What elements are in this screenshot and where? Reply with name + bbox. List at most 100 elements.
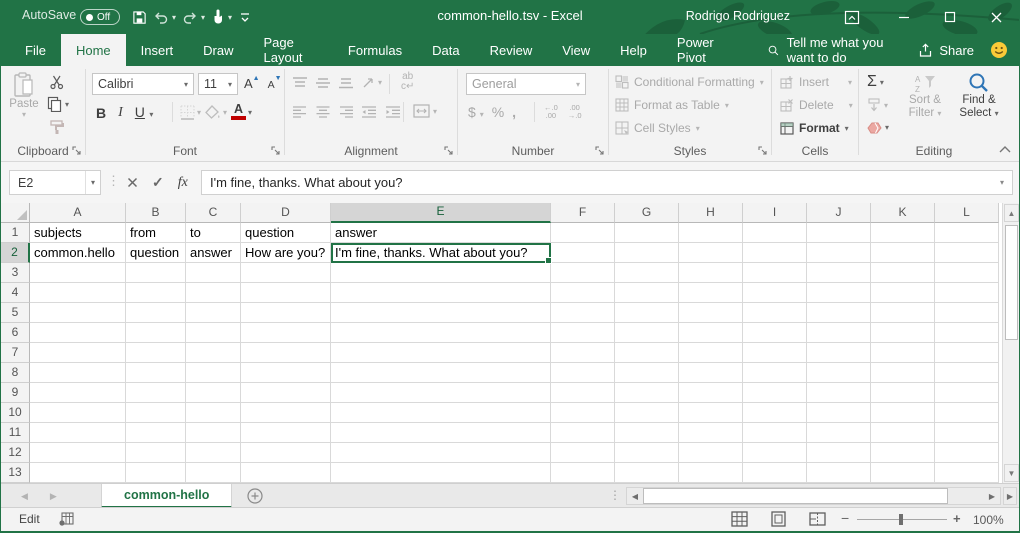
cell-L13[interactable] — [935, 463, 999, 483]
styles-dialog-launcher[interactable] — [758, 146, 768, 156]
column-header-L[interactable]: L — [935, 203, 999, 223]
wrap-text-button[interactable]: abc↵ — [401, 72, 414, 92]
cell-E7[interactable] — [331, 343, 551, 363]
cell-C2[interactable]: answer — [186, 243, 241, 263]
insert-cells-button[interactable]: Insert ▾ — [780, 75, 852, 89]
cell-B2[interactable]: question — [126, 243, 186, 263]
bold-button[interactable]: B — [96, 105, 106, 121]
cell-L6[interactable] — [935, 323, 999, 343]
cell-C11[interactable] — [186, 423, 241, 443]
zoom-slider-thumb[interactable] — [899, 514, 903, 525]
align-middle-icon[interactable] — [316, 77, 330, 89]
tab-home[interactable]: Home — [61, 34, 126, 66]
cell-E13[interactable] — [331, 463, 551, 483]
column-header-H[interactable]: H — [679, 203, 743, 223]
cell-H10[interactable] — [679, 403, 743, 423]
column-header-E[interactable]: E — [331, 203, 551, 223]
cell-E2[interactable]: I'm fine, thanks. What about you? — [331, 243, 551, 263]
row-header-7[interactable]: 7 — [1, 343, 30, 363]
cut-button[interactable] — [49, 74, 65, 90]
insert-function-icon[interactable]: fx — [178, 175, 188, 191]
cell-I11[interactable] — [743, 423, 807, 443]
cell-D5[interactable] — [241, 303, 331, 323]
cell-J13[interactable] — [807, 463, 871, 483]
cell-B13[interactable] — [126, 463, 186, 483]
cell-D7[interactable] — [241, 343, 331, 363]
page-break-preview-icon[interactable] — [809, 511, 826, 527]
cell-J9[interactable] — [807, 383, 871, 403]
cell-F2[interactable] — [551, 243, 615, 263]
cell-L5[interactable] — [935, 303, 999, 323]
cell-B6[interactable] — [126, 323, 186, 343]
format-cells-button[interactable]: Format ▾ — [780, 121, 849, 135]
cell-F1[interactable] — [551, 223, 615, 243]
cell-B1[interactable]: from — [126, 223, 186, 243]
zoom-in-button[interactable]: + — [953, 511, 961, 526]
cell-I6[interactable] — [743, 323, 807, 343]
cell-J3[interactable] — [807, 263, 871, 283]
share-button[interactable]: Share — [910, 34, 982, 66]
format-as-table-button[interactable]: Format as Table ▾ — [615, 98, 729, 112]
cell-I4[interactable] — [743, 283, 807, 303]
cell-D12[interactable] — [241, 443, 331, 463]
cell-L8[interactable] — [935, 363, 999, 383]
sort-filter-button[interactable]: A Z Sort & Filter ▾ — [903, 74, 947, 120]
cell-E12[interactable] — [331, 443, 551, 463]
cell-F8[interactable] — [551, 363, 615, 383]
row-header-6[interactable]: 6 — [1, 323, 30, 343]
increase-decimal-icon[interactable]: ←.0.00 — [544, 104, 558, 120]
tab-view[interactable]: View — [547, 34, 605, 66]
delete-cells-button[interactable]: Delete ▾ — [780, 98, 853, 112]
cell-F11[interactable] — [551, 423, 615, 443]
cell-L2[interactable] — [935, 243, 999, 263]
cell-L12[interactable] — [935, 443, 999, 463]
cell-F12[interactable] — [551, 443, 615, 463]
row-header-10[interactable]: 10 — [1, 403, 30, 423]
cell-C3[interactable] — [186, 263, 241, 283]
normal-view-icon[interactable] — [731, 511, 748, 527]
row-header-12[interactable]: 12 — [1, 443, 30, 463]
cell-C1[interactable]: to — [186, 223, 241, 243]
zoom-slider[interactable] — [857, 519, 947, 520]
tab-file[interactable]: File — [10, 34, 61, 66]
cell-G1[interactable] — [615, 223, 679, 243]
cell-J11[interactable] — [807, 423, 871, 443]
tab-help[interactable]: Help — [605, 34, 662, 66]
scrollbar-corner[interactable]: ▶ — [1003, 487, 1017, 505]
row-header-9[interactable]: 9 — [1, 383, 30, 403]
cell-K8[interactable] — [871, 363, 935, 383]
cell-G11[interactable] — [615, 423, 679, 443]
collapse-ribbon-icon[interactable] — [999, 145, 1011, 153]
decrease-indent-icon[interactable] — [362, 106, 377, 118]
cell-K7[interactable] — [871, 343, 935, 363]
scroll-left-icon[interactable]: ◀ — [627, 488, 643, 504]
cell-F7[interactable] — [551, 343, 615, 363]
cell-C6[interactable] — [186, 323, 241, 343]
vertical-scroll-thumb[interactable] — [1005, 225, 1018, 340]
cell-E5[interactable] — [331, 303, 551, 323]
column-header-F[interactable]: F — [551, 203, 615, 223]
cell-C5[interactable] — [186, 303, 241, 323]
borders-button[interactable]: ▾ — [180, 105, 201, 120]
cell-H4[interactable] — [679, 283, 743, 303]
cell-G8[interactable] — [615, 363, 679, 383]
cell-F3[interactable] — [551, 263, 615, 283]
cell-G9[interactable] — [615, 383, 679, 403]
cell-H13[interactable] — [679, 463, 743, 483]
formula-bar-expand-icon[interactable]: ▾ — [1000, 178, 1004, 187]
cell-F13[interactable] — [551, 463, 615, 483]
previous-sheet-icon[interactable]: ◀ — [21, 491, 28, 502]
clipboard-dialog-launcher[interactable] — [72, 146, 82, 156]
currency-button[interactable]: $ ▾ — [468, 104, 484, 120]
cell-C10[interactable] — [186, 403, 241, 423]
cell-L11[interactable] — [935, 423, 999, 443]
italic-button[interactable]: I — [118, 105, 123, 121]
cell-D10[interactable] — [241, 403, 331, 423]
cell-K6[interactable] — [871, 323, 935, 343]
scroll-down-icon[interactable]: ▼ — [1004, 464, 1019, 482]
cell-K13[interactable] — [871, 463, 935, 483]
cell-G7[interactable] — [615, 343, 679, 363]
cell-D8[interactable] — [241, 363, 331, 383]
cell-F10[interactable] — [551, 403, 615, 423]
cell-G5[interactable] — [615, 303, 679, 323]
